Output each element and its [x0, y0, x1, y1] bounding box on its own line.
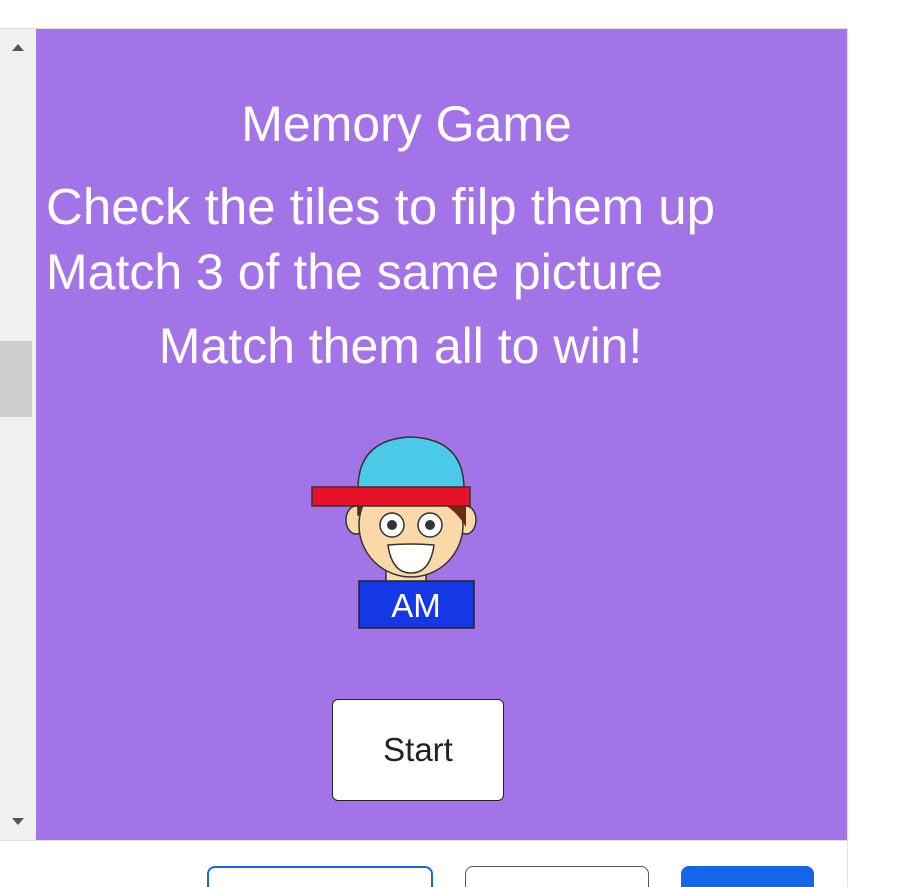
avatar-cap: [357, 436, 465, 490]
game-title: Memory Game: [241, 96, 572, 152]
avatar-cap-brim: [311, 486, 471, 507]
player-avatar: AM: [311, 436, 477, 629]
right-divider: [847, 28, 848, 887]
avatar-badge-text: AM: [391, 587, 441, 624]
start-button[interactable]: Start: [332, 699, 504, 801]
bottom-divider: [0, 840, 848, 841]
vertical-scrollbar[interactable]: [0, 29, 36, 840]
partial-secondary-button[interactable]: [465, 866, 649, 887]
game-canvas[interactable]: Memory Game Check the tiles to filp them…: [36, 29, 847, 840]
scroll-thumb[interactable]: [0, 341, 32, 417]
partial-outlined-button[interactable]: [207, 866, 433, 887]
scroll-down-button[interactable]: [0, 804, 36, 840]
instruction-match: Match 3 of the same picture: [46, 244, 663, 300]
scroll-up-button[interactable]: [0, 29, 36, 65]
avatar-pupil-right: [425, 520, 435, 530]
instruction-flip: Check the tiles to filp them up: [46, 178, 716, 235]
instruction-win: Match them all to win!: [158, 318, 643, 374]
triangle-up-icon: [12, 44, 24, 51]
avatar-pupil-left: [387, 520, 397, 530]
page-root: Memory Game Check the tiles to filp them…: [0, 0, 904, 887]
partial-primary-button[interactable]: [681, 866, 814, 887]
triangle-down-icon: [12, 818, 24, 825]
